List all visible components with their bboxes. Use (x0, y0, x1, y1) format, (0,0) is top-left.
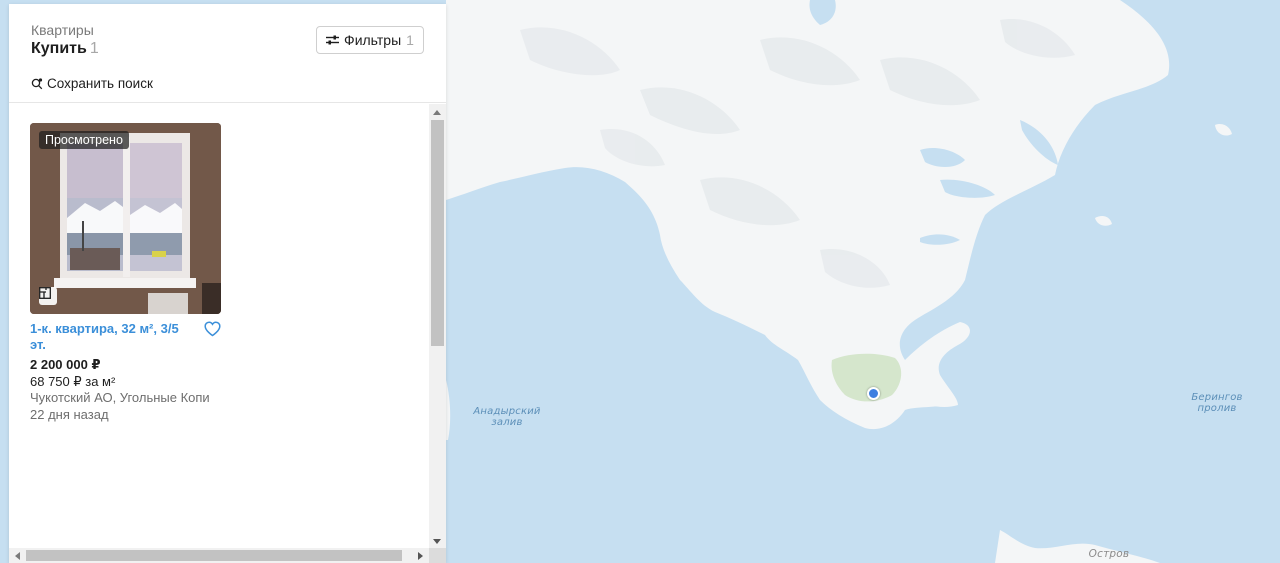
filters-count: 1 (406, 32, 414, 48)
location-dot-icon[interactable] (867, 387, 880, 400)
vertical-scroll-thumb[interactable] (431, 120, 444, 346)
map-label-line: Берингов (1191, 392, 1243, 403)
horizontal-scroll-thumb[interactable] (26, 550, 402, 561)
listing-photo[interactable]: Просмотрено (30, 123, 221, 314)
deal-label: Купить (31, 40, 87, 57)
listing-card[interactable]: Просмотрено 1-к. квартира, 32 м², 3/5 эт… (30, 123, 230, 423)
save-search-link[interactable]: Сохранить поиск (31, 76, 153, 91)
listing-price: 2 200 000 ₽ (30, 357, 101, 372)
listing-address: Чукотский АО, Угольные Копи (30, 390, 210, 405)
deal-count: 1 (89, 40, 99, 57)
floor-plan-glyph (39, 287, 51, 299)
map-label-line: Анадырский (473, 406, 541, 417)
search-panel: Квартиры Купить 1 Фильтры 1 Сохранить пои… (9, 4, 446, 563)
island (1095, 216, 1112, 226)
floor-plan-icon[interactable] (39, 287, 57, 305)
listing-price-per-m2: 68 750 ₽ за м² (30, 374, 116, 389)
listing-list: Просмотрено 1-к. квартира, 32 м², 3/5 эт… (9, 104, 429, 544)
scroll-right-arrow-icon[interactable] (418, 552, 423, 560)
scrollbar-corner (429, 548, 446, 563)
filters-label: Фильтры (344, 32, 402, 48)
category-label: Квартиры (31, 22, 94, 38)
island (1215, 124, 1232, 136)
scroll-down-arrow-icon[interactable] (433, 539, 441, 544)
horizontal-scrollbar[interactable] (9, 548, 429, 563)
listing-date: 22 дня назад (30, 407, 109, 422)
search-bell-icon (31, 77, 43, 89)
filters-button[interactable]: Фильтры 1 (316, 26, 424, 54)
map-label-bering-strait: Берингов пролив (1184, 392, 1250, 414)
land-west-edge (446, 380, 451, 440)
panel-header: Квартиры Купить 1 Фильтры 1 Сохранить пои… (9, 4, 446, 103)
vertical-scrollbar[interactable] (429, 104, 446, 548)
listing-title-link[interactable]: 1-к. квартира, 32 м², 3/5 эт. (30, 321, 180, 353)
heart-icon[interactable] (204, 321, 221, 337)
listing-title-row: 1-к. квартира, 32 м², 3/5 эт. (30, 321, 221, 353)
sliders-icon (326, 35, 340, 45)
listing-photo-image (30, 123, 221, 314)
save-search-label: Сохранить поиск (47, 76, 153, 91)
scroll-left-arrow-icon[interactable] (15, 552, 20, 560)
land-peninsula (905, 322, 970, 408)
deal-title: Купить 1 (31, 40, 99, 58)
map-label-island: Остров (1088, 548, 1130, 560)
map-label-line: пролив (1197, 403, 1237, 414)
viewed-badge: Просмотрено (39, 131, 129, 149)
map-label-anadyr-gulf: Анадырский залив (470, 406, 544, 428)
map-label-line: залив (491, 417, 523, 428)
scroll-up-arrow-icon[interactable] (433, 110, 441, 115)
